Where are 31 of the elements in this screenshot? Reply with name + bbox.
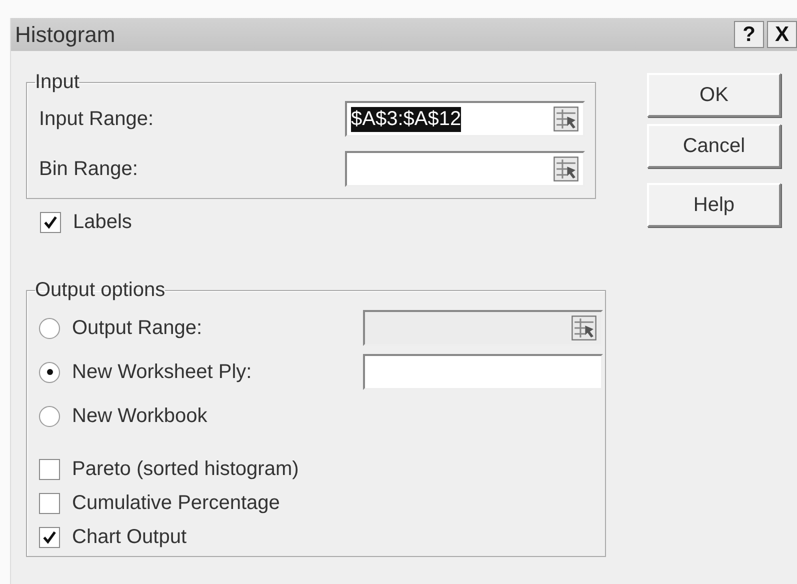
range-field[interactable] bbox=[345, 151, 585, 187]
radio-button[interactable] bbox=[39, 362, 60, 382]
option-label: New Workbook bbox=[72, 404, 208, 428]
checkbox[interactable] bbox=[39, 458, 60, 480]
group-legend: Output options bbox=[35, 279, 166, 302]
checkbox[interactable] bbox=[40, 212, 61, 232]
help-button[interactable]: ? bbox=[734, 21, 764, 48]
dialog-button[interactable]: OK bbox=[647, 73, 781, 117]
field-label: Bin Range: bbox=[39, 158, 138, 180]
labels-checkbox[interactable]: Labels bbox=[40, 205, 611, 239]
field-label: Input Range: bbox=[39, 108, 154, 130]
range-picker-icon[interactable] bbox=[553, 106, 579, 132]
group-legend: Input bbox=[35, 71, 80, 94]
checkbox[interactable] bbox=[39, 526, 60, 548]
radio-button[interactable] bbox=[39, 318, 60, 338]
range-field[interactable]: $A$3:$A$12 bbox=[345, 101, 585, 137]
checkbox[interactable] bbox=[39, 492, 60, 514]
option-label: Output Range: bbox=[72, 316, 202, 340]
window-title: Histogram bbox=[15, 22, 116, 48]
close-button[interactable]: X bbox=[767, 21, 797, 48]
option-label: Cumulative Percentage bbox=[72, 492, 280, 514]
checkbox-label: Labels bbox=[73, 210, 132, 234]
range-picker-icon[interactable] bbox=[553, 156, 579, 182]
field-value: $A$3:$A$12 bbox=[351, 106, 462, 132]
dialog-button[interactable]: Cancel bbox=[647, 124, 781, 168]
option-label: Chart Output bbox=[72, 526, 187, 548]
option-label: Pareto (sorted histogram) bbox=[72, 458, 299, 480]
radio-button[interactable] bbox=[39, 406, 60, 426]
dialog-button[interactable]: Help bbox=[647, 183, 781, 227]
input-field[interactable] bbox=[363, 354, 603, 390]
option-label: New Worksheet Ply: bbox=[72, 360, 252, 384]
